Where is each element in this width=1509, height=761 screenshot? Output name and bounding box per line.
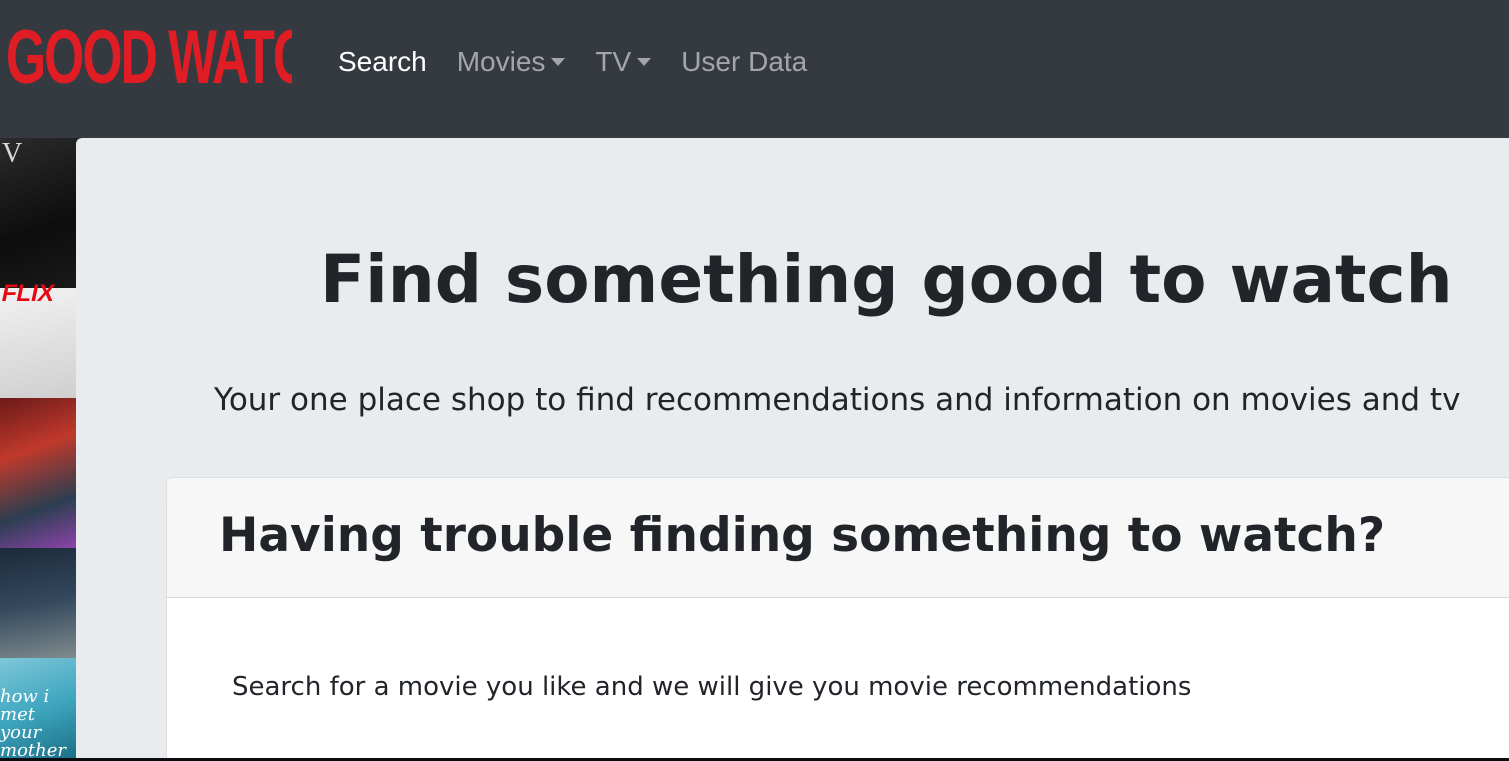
info-card: Having trouble finding something to watc… — [166, 477, 1509, 758]
poster-image — [0, 398, 80, 548]
navbar: GOOD WATCHES Search Movies TV User Data — [0, 0, 1509, 138]
page-subtitle: Your one place shop to find recommendati… — [214, 382, 1461, 418]
page-title: Find something good to watch — [320, 241, 1453, 318]
caret-down-icon — [637, 58, 652, 66]
nav-link-movies[interactable]: Movies — [457, 46, 566, 78]
nav-link-user-data-label: User Data — [681, 46, 808, 77]
nav-link-user-data[interactable]: User Data — [681, 46, 807, 78]
poster-collage — [0, 138, 80, 758]
card-title: Having trouble finding something to watc… — [219, 508, 1386, 563]
nav-link-tv[interactable]: TV — [595, 46, 652, 78]
poster-title-text: how i met your mother — [0, 686, 66, 761]
nav-link-search-label: Search — [338, 46, 427, 77]
nav-link-tv-label: TV — [595, 46, 632, 77]
card-body-text: Search for a movie you like and we will … — [232, 672, 1192, 702]
brand-text: GOOD WATCHES — [6, 15, 292, 100]
poster-image — [0, 548, 80, 658]
caret-down-icon — [551, 58, 566, 66]
nav-link-movies-label: Movies — [456, 46, 546, 77]
brand-logo[interactable]: GOOD WATCHES — [6, 12, 292, 104]
poster-letter: V — [2, 138, 23, 169]
card-header: Having trouble finding something to watc… — [167, 478, 1509, 598]
poster-logo-text: FLIX — [0, 280, 57, 307]
nav-link-search[interactable]: Search — [338, 46, 427, 78]
nav-links: Search Movies TV User Data — [338, 40, 837, 84]
